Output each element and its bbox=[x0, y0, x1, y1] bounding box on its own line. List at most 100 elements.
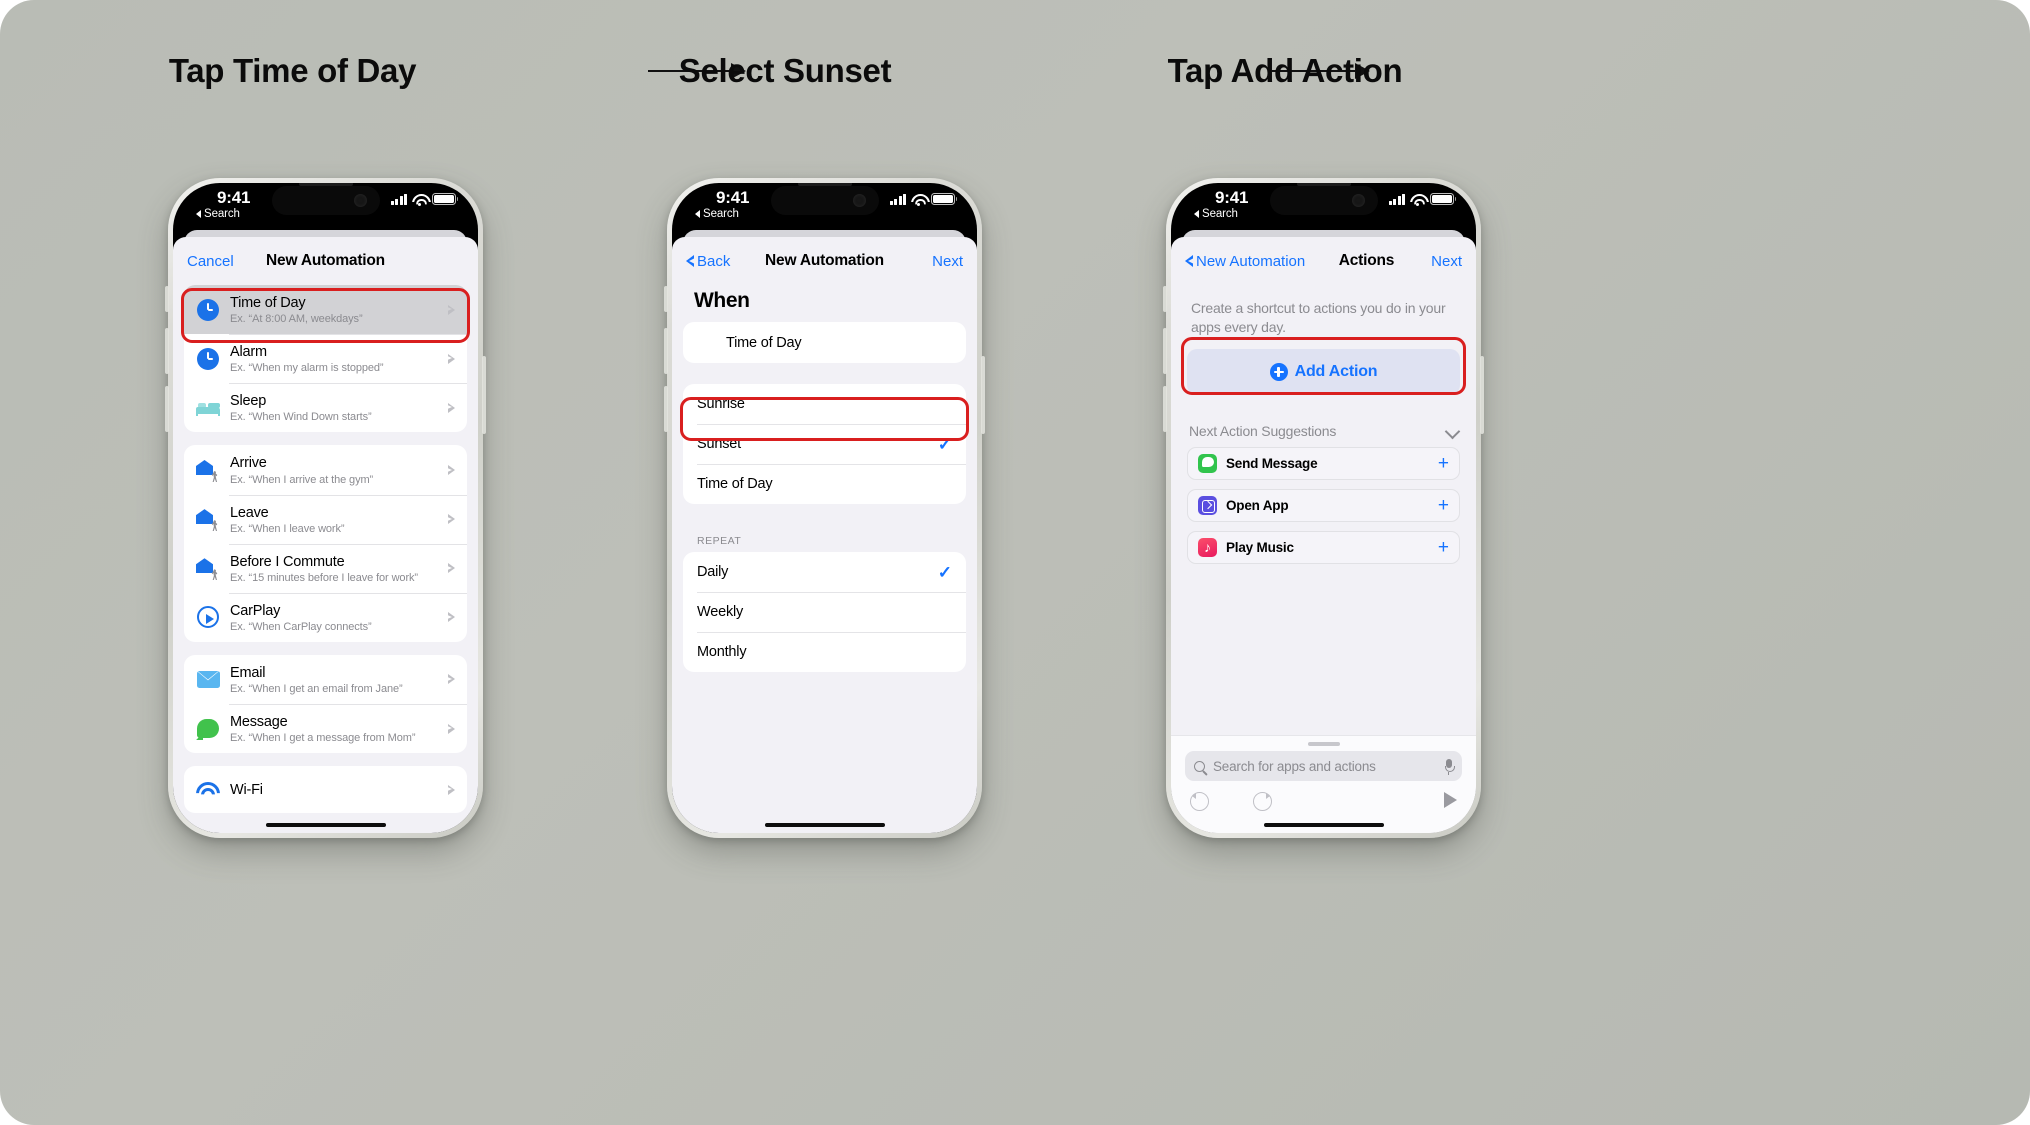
trigger-title: Alarm bbox=[230, 344, 267, 361]
add-suggestion-icon[interactable]: + bbox=[1438, 454, 1449, 473]
repeat-weekly[interactable]: Weekly bbox=[683, 592, 966, 632]
next-button[interactable]: Next bbox=[1431, 253, 1462, 270]
option-sunset[interactable]: Sunset ✓ bbox=[683, 424, 966, 464]
silent-switch[interactable] bbox=[165, 286, 169, 312]
trigger-row-leave[interactable]: Leave Ex. “When I leave work” bbox=[184, 494, 467, 544]
suggestions-header[interactable]: Next Action Suggestions bbox=[1189, 423, 1458, 439]
bed-icon bbox=[195, 395, 221, 421]
trigger-example: Ex. “When my alarm is stopped” bbox=[230, 362, 384, 375]
trigger-row-time-of-day[interactable]: Time of Day Ex. “At 8:00 AM, weekdays” bbox=[184, 285, 467, 335]
notch bbox=[271, 186, 380, 215]
cancel-button[interactable]: Cancel bbox=[187, 253, 234, 270]
status-indicators bbox=[1388, 193, 1457, 207]
plus-circle-icon bbox=[1269, 362, 1288, 381]
trigger-row-message[interactable]: Message Ex. “When I get a message from M… bbox=[184, 704, 467, 753]
trigger-group-network: Wi-Fi bbox=[184, 766, 467, 814]
add-action-button[interactable]: Add Action bbox=[1187, 348, 1460, 395]
wifi-icon bbox=[1410, 194, 1425, 207]
phone-screen-2: 9:41 Search Back New Automation Next Whe… bbox=[672, 183, 977, 833]
silent-switch[interactable] bbox=[1163, 286, 1167, 312]
status-back-to-search[interactable]: Search bbox=[695, 208, 739, 220]
when-row-time-of-day[interactable]: Time of Day bbox=[683, 322, 966, 363]
repeat-label: Monthly bbox=[697, 644, 747, 660]
back-button[interactable]: Back bbox=[686, 253, 730, 270]
status-back-to-search[interactable]: Search bbox=[1194, 208, 1238, 220]
next-button[interactable]: Next bbox=[932, 253, 963, 270]
suggestion-open-app[interactable]: Open App + bbox=[1187, 488, 1460, 522]
trigger-title: Message bbox=[230, 714, 288, 730]
sheet-grabber[interactable] bbox=[1307, 742, 1340, 746]
back-triangle-icon bbox=[196, 210, 201, 218]
volume-down-button[interactable] bbox=[1163, 386, 1167, 432]
home-commute-icon bbox=[195, 555, 221, 581]
redo-icon[interactable] bbox=[1253, 792, 1272, 811]
option-sunrise[interactable]: Sunrise bbox=[683, 384, 966, 424]
clock-icon bbox=[695, 332, 717, 354]
messages-app-icon bbox=[1198, 453, 1217, 473]
modal-sheet-3: New Automation Actions Next Create a sho… bbox=[1171, 237, 1476, 833]
add-suggestion-icon[interactable]: + bbox=[1438, 496, 1449, 515]
status-back-label: Search bbox=[703, 208, 739, 220]
trigger-example: Ex. “When Wind Down starts” bbox=[230, 411, 372, 424]
wifi-icon bbox=[911, 194, 926, 207]
status-indicators bbox=[390, 193, 459, 207]
page-title-3: Actions bbox=[1338, 252, 1395, 269]
trigger-group-time: Time of Day Ex. “At 8:00 AM, weekdays” A… bbox=[184, 285, 467, 433]
front-camera-icon bbox=[353, 194, 367, 207]
status-back-to-search[interactable]: Search bbox=[196, 208, 240, 220]
trigger-title: Leave bbox=[230, 504, 269, 521]
trigger-row-sleep[interactable]: Sleep Ex. “When Wind Down starts” bbox=[184, 383, 467, 432]
silent-switch[interactable] bbox=[664, 286, 668, 312]
phone-screen-1: 9:41 Search Cancel New Automation Time o… bbox=[173, 183, 478, 833]
undo-icon[interactable] bbox=[1190, 792, 1209, 811]
status-time: 9:41 bbox=[217, 188, 251, 207]
trigger-row-carplay[interactable]: CarPlay Ex. “When CarPlay connects” bbox=[184, 592, 467, 642]
microphone-icon[interactable] bbox=[1444, 759, 1455, 775]
play-icon[interactable] bbox=[1444, 792, 1457, 808]
suggestion-send-message[interactable]: Send Message + bbox=[1187, 446, 1460, 480]
cellular-signal-icon bbox=[889, 193, 906, 205]
modal-sheet-1: Cancel New Automation Time of Day Ex. “A… bbox=[173, 237, 478, 833]
back-to-new-automation-button[interactable]: New Automation bbox=[1185, 253, 1305, 270]
chevron-left-icon bbox=[1185, 255, 1196, 267]
trigger-row-before-commute[interactable]: Before I Commute Ex. “15 minutes before … bbox=[184, 543, 467, 593]
search-apps-actions-input[interactable]: Search for apps and actions bbox=[1185, 751, 1462, 781]
home-indicator bbox=[764, 822, 885, 827]
volume-up-button[interactable] bbox=[1163, 328, 1167, 374]
power-button[interactable] bbox=[1480, 356, 1484, 434]
chevron-down-icon[interactable] bbox=[1447, 425, 1458, 436]
repeat-section-label: REPEAT bbox=[697, 535, 742, 547]
add-suggestion-icon[interactable]: + bbox=[1438, 538, 1449, 557]
step-caption-2: Select Sunset bbox=[678, 52, 892, 89]
repeat-daily[interactable]: Daily ✓ bbox=[683, 552, 966, 592]
volume-down-button[interactable] bbox=[165, 386, 169, 432]
volume-down-button[interactable] bbox=[664, 386, 668, 432]
trigger-title: Wi-Fi bbox=[230, 781, 263, 798]
tutorial-canvas: Tap Time of Day Select Sunset Tap Add Ac… bbox=[0, 0, 2030, 1125]
music-app-icon bbox=[1198, 537, 1217, 557]
chevron-right-icon bbox=[445, 563, 455, 574]
trigger-config-list[interactable]: When Time of Day Sunrise Sunset ✓ Time o… bbox=[672, 285, 977, 833]
trigger-row-wifi[interactable]: Wi-Fi bbox=[184, 766, 467, 813]
actions-description: Create a shortcut to actions you do in y… bbox=[1191, 300, 1446, 335]
trigger-group-travel: Arrive Ex. “When I arrive at the gym” Le… bbox=[184, 445, 467, 642]
cellular-signal-icon bbox=[390, 193, 407, 205]
when-group: Time of Day bbox=[683, 322, 966, 363]
repeat-monthly[interactable]: Monthly bbox=[683, 632, 966, 672]
power-button[interactable] bbox=[981, 356, 985, 434]
trigger-list-1[interactable]: Time of Day Ex. “At 8:00 AM, weekdays” A… bbox=[173, 285, 478, 833]
volume-up-button[interactable] bbox=[165, 328, 169, 374]
trigger-row-arrive[interactable]: Arrive Ex. “When I arrive at the gym” bbox=[184, 445, 467, 494]
back-triangle-icon bbox=[1194, 210, 1199, 218]
trigger-title: Before I Commute bbox=[230, 553, 345, 570]
modal-sheet-2: Back New Automation Next When Time of Da… bbox=[672, 237, 977, 833]
open-app-icon bbox=[1198, 495, 1217, 515]
trigger-row-alarm[interactable]: Alarm Ex. “When my alarm is stopped” bbox=[184, 334, 467, 383]
trigger-row-email[interactable]: Email Ex. “When I get an email from Jane… bbox=[184, 655, 467, 704]
status-bar-2: 9:41 Search bbox=[672, 183, 977, 231]
power-button[interactable] bbox=[482, 356, 486, 434]
option-time-of-day[interactable]: Time of Day bbox=[683, 464, 966, 504]
volume-up-button[interactable] bbox=[664, 328, 668, 374]
suggestion-play-music[interactable]: Play Music + bbox=[1187, 530, 1460, 564]
trigger-example: Ex. “15 minutes before I leave for work” bbox=[230, 571, 418, 584]
